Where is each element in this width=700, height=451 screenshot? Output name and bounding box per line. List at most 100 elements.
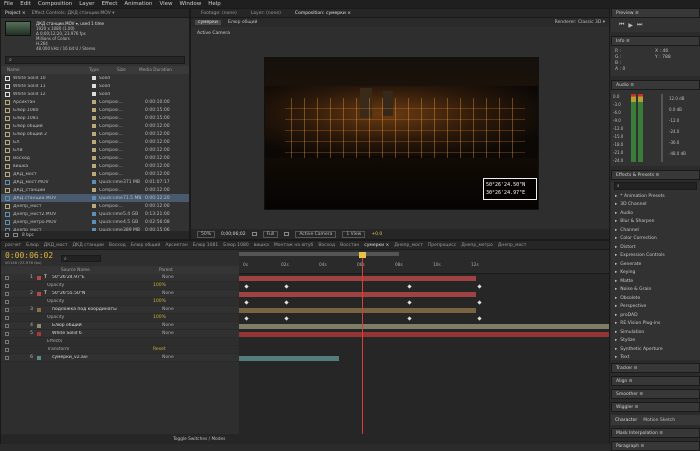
bpc-label[interactable]: 8 bpc <box>22 233 34 238</box>
layer-label-color[interactable] <box>37 307 41 312</box>
project-item[interactable]: Днепр_мост Composi... 0:00:12:00 <box>1 202 189 210</box>
keyframe[interactable] <box>284 283 290 289</box>
project-item[interactable]: Блюр общий 2 Composi... 0:00:12:00 <box>1 130 189 138</box>
last-frame-icon[interactable]: ⏭ <box>637 21 642 29</box>
layer-row[interactable]: 2 T 50°26'55.50"N None <box>1 290 239 298</box>
effect-category[interactable]: ▸ Obsolete <box>611 294 700 303</box>
time-ruler[interactable]: 0s 02s 04s 06s 08s 10s 12s <box>239 250 609 274</box>
effect-category[interactable]: ▸ * Animation Presets <box>611 192 700 201</box>
label-color[interactable] <box>92 180 96 184</box>
expand-arrow-icon[interactable]: ▸ <box>615 194 617 199</box>
subtab-blur[interactable]: Блюр общий <box>225 20 261 25</box>
parent-select[interactable]: None <box>162 307 174 312</box>
timeline-tab[interactable]: Арсиктан <box>165 243 187 248</box>
effect-category[interactable]: ▸ Synthetic Aperture <box>611 345 700 354</box>
play-icon[interactable]: ▶ <box>628 22 633 29</box>
effect-category[interactable]: ▸ Noise & Grain <box>611 286 700 295</box>
timeline-tab[interactable]: Блюр <box>26 243 39 248</box>
expand-arrow-icon[interactable]: ▸ <box>615 236 617 241</box>
work-area-bar[interactable] <box>239 252 399 256</box>
views-select[interactable]: 1 View <box>342 230 366 238</box>
playhead[interactable] <box>362 253 363 434</box>
preview-panel-header[interactable]: Preview ≡ <box>611 8 700 18</box>
timeline-timecode[interactable]: 0:00:06:02 <box>5 251 53 260</box>
label-color[interactable] <box>92 92 96 96</box>
playhead-handle[interactable] <box>359 252 366 258</box>
col-size[interactable]: Size <box>117 68 139 73</box>
expand-arrow-icon[interactable]: ▸ <box>615 296 617 301</box>
layer-label-color[interactable] <box>37 275 41 280</box>
layer-row[interactable]: 1 T 50°26'24.97"E None <box>1 274 239 282</box>
timeline-tab[interactable]: Блюр 1080 <box>223 243 249 248</box>
menu-item[interactable]: Animation <box>124 1 152 7</box>
timeline-tab[interactable]: вишка <box>254 243 269 248</box>
timeline-tab[interactable]: Днепр_мост <box>498 243 527 248</box>
expand-arrow-icon[interactable]: ▸ <box>615 321 617 326</box>
project-item[interactable]: Блюр 1080 Composi... 0:00:15:00 <box>1 106 189 114</box>
effect-category[interactable]: ▸ Expression Controls <box>611 252 700 261</box>
timeline-tab[interactable]: Блюр общий <box>131 243 161 248</box>
visibility-icon[interactable] <box>5 291 9 296</box>
project-item[interactable]: БЛ Composi... 0:00:12:00 <box>1 138 189 146</box>
visibility-icon[interactable] <box>5 331 9 336</box>
keyframe[interactable] <box>477 299 482 305</box>
visibility-icon[interactable] <box>5 323 9 328</box>
col-source-name[interactable]: Source Name <box>61 268 159 273</box>
effect-category[interactable]: ▸ Text <box>611 354 700 363</box>
timeline-tab[interactable]: Днепр_метро <box>461 243 493 248</box>
effect-category[interactable]: ▸ Audio <box>611 209 700 218</box>
project-item[interactable]: Днепр_мост2.MOV QuickTime 5.4 GB 0:13:21… <box>1 210 189 218</box>
visibility-icon[interactable] <box>5 339 9 344</box>
label-color[interactable] <box>92 156 96 160</box>
layer-label-color[interactable] <box>37 355 41 360</box>
label-color[interactable] <box>92 164 96 168</box>
effect-category[interactable]: ▸ Distort <box>611 243 700 252</box>
keyframe[interactable] <box>284 299 290 305</box>
keyframe[interactable] <box>477 315 482 321</box>
collapsed-panel-header[interactable]: Align ≡ <box>611 376 700 386</box>
col-duration[interactable]: Media Duration <box>139 68 179 73</box>
layer-property-row[interactable]: Opacity 100% <box>1 298 239 306</box>
effect-category[interactable]: ▸ Color Correction <box>611 235 700 244</box>
project-item[interactable]: White Solid 12 Solid <box>1 90 189 98</box>
label-color[interactable] <box>92 220 96 224</box>
effect-category[interactable]: ▸ proDAD <box>611 311 700 320</box>
effect-category[interactable]: ▸ Channel <box>611 226 700 235</box>
col-parent[interactable]: Parent <box>159 268 199 273</box>
timeline-tab[interactable]: ДКД_мост <box>44 243 68 248</box>
layer-property-row[interactable]: Transform Reset <box>1 346 239 354</box>
tab-composition[interactable]: Composition: сумерки × <box>295 11 351 16</box>
current-time[interactable]: 0;00;06;02 <box>221 232 246 237</box>
keyframe[interactable] <box>406 283 412 289</box>
menu-item[interactable]: Edit <box>20 1 31 7</box>
expand-arrow-icon[interactable]: ▸ <box>615 279 617 284</box>
parent-select[interactable]: None <box>162 291 174 296</box>
property-value[interactable]: Reset <box>153 347 166 352</box>
effects-search-input[interactable]: ⌕ <box>614 182 697 190</box>
parent-select[interactable]: None <box>162 355 174 360</box>
label-color[interactable] <box>92 108 96 112</box>
info-panel-header[interactable]: Info ≡ <box>611 36 700 46</box>
keyframe[interactable] <box>406 315 412 321</box>
first-frame-icon[interactable]: ⏮ <box>619 21 624 29</box>
label-color[interactable] <box>92 76 96 80</box>
timeline-tab[interactable]: расчет <box>5 243 21 248</box>
parent-select[interactable]: None <box>162 323 174 328</box>
keyframe[interactable] <box>244 315 249 321</box>
project-item[interactable]: ДКД_мост Composi... 0:00:12:00 <box>1 170 189 178</box>
tab-footage[interactable]: Footage: (none) <box>201 11 237 16</box>
col-type[interactable]: Type <box>89 68 117 73</box>
visibility-icon[interactable] <box>5 275 9 280</box>
menu-item[interactable]: File <box>4 1 13 7</box>
visibility-icon[interactable] <box>5 283 9 288</box>
project-item[interactable]: Блюр общий Composi... 0:00:12:00 <box>1 122 189 130</box>
property-value[interactable]: 100% <box>153 299 166 304</box>
expand-arrow-icon[interactable]: ▸ <box>615 219 617 224</box>
project-item[interactable]: White Solid 10 Solid <box>1 74 189 82</box>
expand-arrow-icon[interactable]: ▸ <box>615 347 617 352</box>
timeline-tab[interactable]: сумерки × <box>364 243 389 248</box>
trash-icon[interactable] <box>5 233 9 237</box>
keyframe[interactable] <box>284 315 290 321</box>
menu-item[interactable]: Composition <box>38 1 72 7</box>
effect-category[interactable]: ▸ Stylize <box>611 337 700 346</box>
